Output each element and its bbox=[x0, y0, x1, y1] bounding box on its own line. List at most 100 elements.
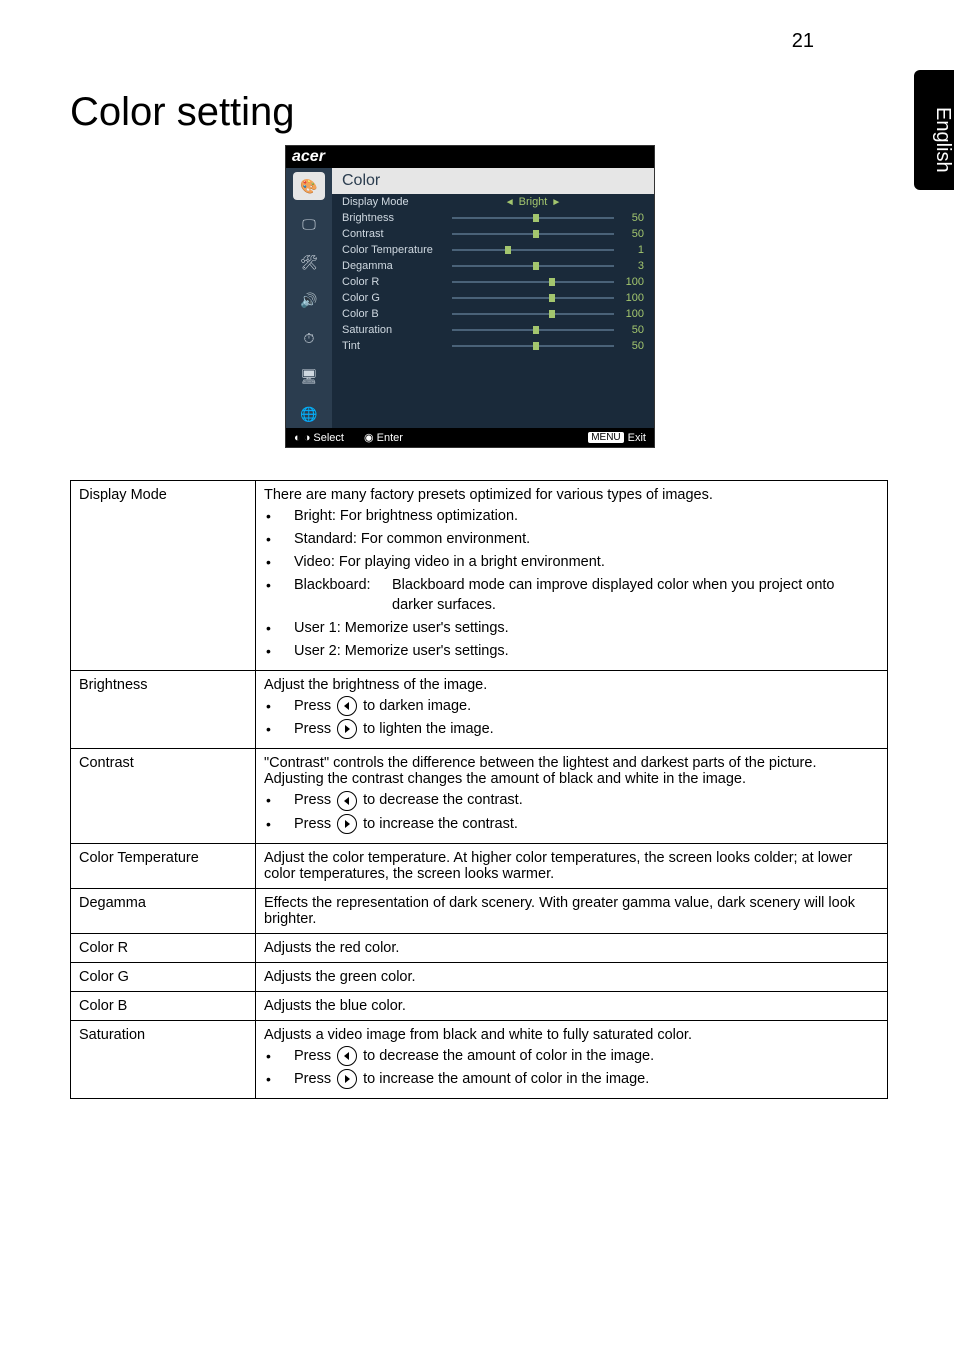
right-button-icon bbox=[337, 719, 357, 739]
right-button-icon bbox=[337, 814, 357, 834]
bullet-icon: • bbox=[264, 552, 294, 572]
osd-tab-audio-icon: 🔊 bbox=[293, 286, 325, 314]
bullet-icon: • bbox=[264, 641, 294, 661]
osd-value: 3 bbox=[614, 260, 644, 272]
osd-tab-image-icon: 🖵 bbox=[293, 210, 325, 238]
bullet-icon: • bbox=[264, 814, 294, 834]
osd-label: Degamma bbox=[342, 260, 452, 272]
row-display-mode: Display Mode There are many factory pres… bbox=[71, 481, 888, 671]
definition: Blackboard mode can improve displayed co… bbox=[392, 575, 879, 615]
osd-value: 50 bbox=[614, 324, 644, 336]
bullet-icon: • bbox=[264, 1069, 294, 1089]
cell-label: Saturation bbox=[71, 1020, 256, 1098]
intro-text: "Contrast" controls the difference betwe… bbox=[264, 755, 879, 787]
osd-tab-timer-icon: ⏱ bbox=[293, 324, 325, 352]
osd-label: Tint bbox=[342, 340, 452, 352]
osd-row-color-g: Color G 100 bbox=[332, 290, 654, 306]
osd-value: 100 bbox=[614, 292, 644, 304]
left-button-icon bbox=[337, 696, 357, 716]
settings-table: Display Mode There are many factory pres… bbox=[70, 480, 888, 1099]
bullet-icon: • bbox=[264, 696, 294, 716]
cell-desc: Effects the representation of dark scene… bbox=[256, 888, 888, 933]
osd-label: Color Temperature bbox=[342, 244, 452, 256]
osd-label: Color B bbox=[342, 308, 452, 320]
intro-text: Adjust the brightness of the image. bbox=[264, 677, 879, 693]
osd-row-degamma: Degamma 3 bbox=[332, 258, 654, 274]
osd-label: Saturation bbox=[342, 324, 452, 336]
cell-desc: Adjusts the blue color. bbox=[256, 991, 888, 1020]
bullet-icon: • bbox=[264, 529, 294, 549]
bullet-icon: • bbox=[264, 719, 294, 739]
right-arrow-icon: ► bbox=[551, 197, 561, 208]
row-degamma: Degamma Effects the representation of da… bbox=[71, 888, 888, 933]
cell-label: Color G bbox=[71, 962, 256, 991]
osd-value: 50 bbox=[614, 228, 644, 240]
osd-footer-enter: ◉ Enter bbox=[364, 431, 403, 444]
osd-value: 100 bbox=[614, 276, 644, 288]
bullet-text: Press to lighten the image. bbox=[294, 719, 879, 739]
osd-footer: ◐ ◑ Select ◉ Enter MENU Exit bbox=[286, 428, 654, 447]
cell-desc: Adjust the brightness of the image. • Pr… bbox=[256, 671, 888, 749]
left-button-icon bbox=[337, 1046, 357, 1066]
osd-row-saturation: Saturation 50 bbox=[332, 322, 654, 338]
osd-label: Color R bbox=[342, 276, 452, 288]
bullet-icon: • bbox=[264, 618, 294, 638]
bullet-text: Bright: For brightness optimization. bbox=[294, 506, 879, 526]
osd-row-brightness: Brightness 50 bbox=[332, 210, 654, 226]
bullet-text: Press to increase the contrast. bbox=[294, 814, 879, 834]
osd-row-color-b: Color B 100 bbox=[332, 306, 654, 322]
osd-panel-title: Color bbox=[332, 168, 654, 194]
page-title: Color setting bbox=[70, 90, 295, 135]
language-tab: English bbox=[914, 70, 954, 190]
bullet-text: Press to darken image. bbox=[294, 696, 879, 716]
bullet-text: Press to increase the amount of color in… bbox=[294, 1069, 879, 1089]
term: Blackboard: bbox=[294, 575, 392, 615]
osd-row-contrast: Contrast 50 bbox=[332, 226, 654, 242]
osd-footer-exit: MENU Exit bbox=[588, 432, 646, 444]
bullet-text: Standard: For common environment. bbox=[294, 529, 879, 549]
osd-panel: acer 🎨 🖵 🛠 🔊 ⏱ 🖥 🌐 Color Display Mode ◄ … bbox=[285, 145, 655, 448]
row-color-b: Color B Adjusts the blue color. bbox=[71, 991, 888, 1020]
row-color-g: Color G Adjusts the green color. bbox=[71, 962, 888, 991]
osd-label: Color G bbox=[342, 292, 452, 304]
page-number: 21 bbox=[792, 30, 814, 53]
osd-tab-strip: 🎨 🖵 🛠 🔊 ⏱ 🖥 🌐 bbox=[286, 168, 332, 428]
osd-tab-language-icon: 🌐 bbox=[293, 400, 325, 428]
osd-value: Bright bbox=[519, 196, 548, 208]
cell-label: Contrast bbox=[71, 749, 256, 843]
cell-desc: Adjusts the red color. bbox=[256, 933, 888, 962]
cell-desc: Adjusts a video image from black and whi… bbox=[256, 1020, 888, 1098]
bullet-icon: • bbox=[264, 506, 294, 526]
cell-label: Degamma bbox=[71, 888, 256, 933]
bullet-text: User 1: Memorize user's settings. bbox=[294, 618, 879, 638]
cell-desc: Adjust the color temperature. At higher … bbox=[256, 843, 888, 888]
osd-value: 50 bbox=[614, 340, 644, 352]
osd-row-display-mode: Display Mode ◄ Bright ► bbox=[332, 194, 654, 210]
cell-label: Display Mode bbox=[71, 481, 256, 671]
row-saturation: Saturation Adjusts a video image from bl… bbox=[71, 1020, 888, 1098]
osd-footer-select: ◐ ◑ Select bbox=[294, 432, 344, 444]
row-color-temperature: Color Temperature Adjust the color tempe… bbox=[71, 843, 888, 888]
osd-value: 50 bbox=[614, 212, 644, 224]
bullet-text: User 2: Memorize user's settings. bbox=[294, 641, 879, 661]
osd-label: Display Mode bbox=[342, 196, 452, 208]
row-color-r: Color R Adjusts the red color. bbox=[71, 933, 888, 962]
osd-value: 1 bbox=[614, 244, 644, 256]
osd-label: Brightness bbox=[342, 212, 452, 224]
bullet-icon: • bbox=[264, 575, 294, 595]
bullet-text: Press to decrease the amount of color in… bbox=[294, 1046, 879, 1066]
intro-text: Adjusts a video image from black and whi… bbox=[264, 1027, 879, 1043]
right-button-icon bbox=[337, 1069, 357, 1089]
cell-desc: Adjusts the green color. bbox=[256, 962, 888, 991]
cell-desc: There are many factory presets optimized… bbox=[256, 481, 888, 671]
cell-label: Color Temperature bbox=[71, 843, 256, 888]
row-contrast: Contrast "Contrast" controls the differe… bbox=[71, 749, 888, 843]
osd-row-tint: Tint 50 bbox=[332, 338, 654, 354]
osd-row-color-r: Color R 100 bbox=[332, 274, 654, 290]
intro-text: There are many factory presets optimized… bbox=[264, 487, 879, 503]
left-button-icon bbox=[337, 791, 357, 811]
bullet-icon: • bbox=[264, 790, 294, 810]
cell-label: Color B bbox=[71, 991, 256, 1020]
left-arrow-icon: ◄ bbox=[505, 197, 515, 208]
osd-logo: acer bbox=[286, 146, 654, 168]
